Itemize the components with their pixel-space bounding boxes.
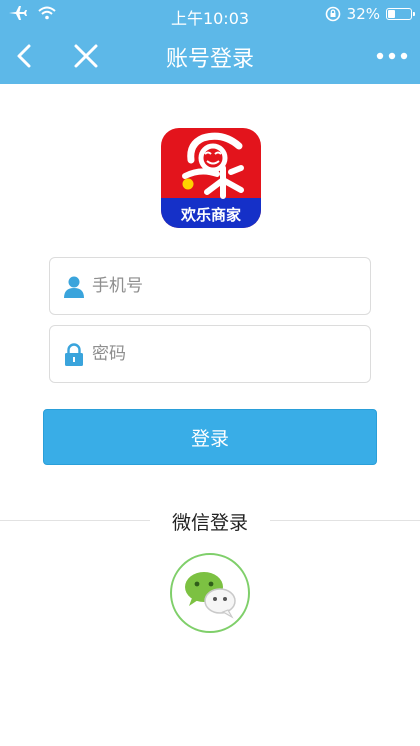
status-right: 32% xyxy=(325,5,415,23)
battery-percent: 32% xyxy=(346,5,380,23)
lock-icon xyxy=(65,343,83,366)
logo-text: 欢乐商家 xyxy=(180,206,241,224)
rotation-lock-icon xyxy=(325,6,340,22)
password-field[interactable] xyxy=(49,325,371,383)
login-button[interactable]: 登录 xyxy=(43,409,377,465)
phone-field[interactable] xyxy=(49,257,371,315)
more-dots-icon xyxy=(376,52,408,60)
nav-bar: 账号登录 xyxy=(0,28,420,84)
user-icon xyxy=(64,276,84,298)
wechat-icon xyxy=(185,572,236,619)
page-title: 账号登录 xyxy=(165,47,254,72)
battery-icon xyxy=(386,8,415,20)
status-bar: 上午10:03 32% xyxy=(0,0,420,28)
wechat-login-button[interactable] xyxy=(170,553,250,633)
phone-input[interactable] xyxy=(92,266,360,306)
wechat-login-label: 微信登录 xyxy=(171,512,248,534)
password-input[interactable] xyxy=(92,334,360,374)
battery-fill xyxy=(388,10,395,18)
more-button[interactable] xyxy=(372,38,412,74)
app-logo: 欢乐商家 xyxy=(161,128,261,228)
